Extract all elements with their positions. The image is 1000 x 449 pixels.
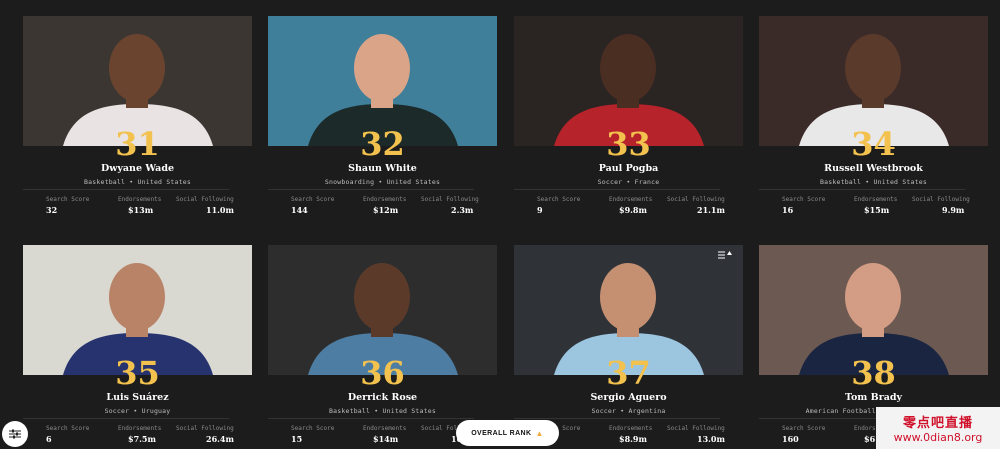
photo-head: [354, 34, 410, 102]
photo-head: [600, 263, 656, 331]
athlete-sport-country: Snowboarding • United States: [324, 178, 441, 186]
stat-label-search: Search Score: [46, 196, 90, 203]
stat-value-search: 6: [46, 434, 52, 444]
stat-label-endorsements: Endorsements: [609, 425, 653, 432]
athlete-rank: 35: [115, 354, 160, 392]
stat-value-endorsements: $14m: [373, 434, 399, 444]
watermark-url: www.0dian8.org: [893, 431, 983, 444]
athlete-name[interactable]: Luis Suárez: [23, 392, 252, 403]
stat-value-endorsements: $7.5m: [128, 434, 156, 444]
card-divider: [268, 189, 474, 190]
stat-label-social: Social Following: [176, 425, 234, 432]
athlete-sport-country: Basketball • United States: [329, 407, 436, 415]
athlete-rank: 34: [851, 125, 896, 163]
stat-label-search: Search Score: [291, 196, 335, 203]
card-divider: [23, 189, 229, 190]
athlete-sport-country: Basketball • United States: [84, 178, 191, 186]
stat-value-endorsements: $15m: [864, 205, 890, 215]
athlete-grid: 31 Dwyane Wade Basketball • United States S…: [0, 0, 1000, 449]
card-divider: [759, 189, 965, 190]
stat-value-endorsements: $13m: [128, 205, 154, 215]
athlete-card[interactable]: 35 Luis Suárez Soccer • Uruguay Search Scor…: [23, 245, 252, 445]
sliders-icon: [9, 429, 21, 439]
stat-label-endorsements: Endorsements: [854, 196, 898, 203]
card-divider: [514, 418, 720, 419]
filter-button[interactable]: [2, 421, 28, 447]
stat-label-endorsements: Endorsements: [363, 425, 407, 432]
photo-head: [600, 34, 656, 102]
stat-label-endorsements: Endorsements: [363, 196, 407, 203]
stat-label-endorsements: Endorsements: [118, 196, 162, 203]
overall-rank-label: OVERALL RANK: [471, 429, 532, 437]
card-divider: [23, 418, 229, 419]
stat-label-search: Search Score: [782, 196, 826, 203]
stat-value-endorsements: $12m: [373, 205, 399, 215]
stat-value-search: 160: [782, 434, 799, 444]
stat-value-social: 11.0m: [206, 205, 234, 215]
athlete-card[interactable]: 31 Dwyane Wade Basketball • United States S…: [23, 16, 252, 216]
stat-label-social: Social Following: [912, 196, 970, 203]
stat-value-search: 16: [782, 205, 794, 215]
card-divider: [514, 189, 720, 190]
stat-label-endorsements: Endorsements: [609, 196, 653, 203]
athlete-name[interactable]: Shaun White: [268, 163, 497, 174]
stat-value-social: 9.9m: [942, 205, 965, 215]
athlete-rank: 37: [606, 354, 651, 392]
athlete-rank: 36: [360, 354, 405, 392]
stat-label-social: Social Following: [421, 196, 479, 203]
athlete-card[interactable]: 36 Derrick Rose Basketball • United States…: [268, 245, 497, 445]
stat-value-social: 13.0m: [697, 434, 725, 444]
athlete-name[interactable]: Paul Pogba: [514, 163, 743, 174]
photo-head: [845, 34, 901, 102]
stat-label-endorsements: Endorsements: [118, 425, 162, 432]
sort-arrow-icon: ▲: [535, 428, 544, 438]
stat-value-endorsements: $9.8m: [619, 205, 647, 215]
athlete-sport-country: Soccer • Uruguay: [104, 407, 171, 415]
photo-head: [845, 263, 901, 331]
stat-label-social: Social Following: [667, 196, 725, 203]
athlete-rank: 32: [360, 125, 405, 163]
stat-value-endorsements: $6: [864, 434, 876, 444]
stat-label-search: Search Score: [537, 196, 581, 203]
stat-value-endorsements: $8.9m: [619, 434, 647, 444]
athlete-name[interactable]: Sergio Aguero: [514, 392, 743, 403]
watermark: 零点吧直播 www.0dian8.org: [876, 407, 1000, 449]
stat-value-search: 32: [46, 205, 58, 215]
sort-icon[interactable]: [718, 250, 736, 262]
stat-value-search: 15: [291, 434, 303, 444]
athlete-name[interactable]: Derrick Rose: [268, 392, 497, 403]
athlete-card[interactable]: 34 Russell Westbrook Basketball • United S…: [759, 16, 988, 216]
athlete-card[interactable]: 37 Sergio Aguero Soccer • Argentina Search …: [514, 245, 743, 445]
stat-label-social: Social Following: [176, 196, 234, 203]
athlete-sport-country: Soccer • Argentina: [591, 407, 666, 415]
athlete-card[interactable]: 32 Shaun White Snowboarding • United State…: [268, 16, 497, 216]
athlete-sport-country: Basketball • United States: [820, 178, 927, 186]
photo-head: [109, 263, 165, 331]
athlete-name[interactable]: Dwyane Wade: [23, 163, 252, 174]
athlete-name[interactable]: Tom Brady: [759, 392, 988, 403]
athlete-sport-country: Soccer • France: [597, 178, 660, 186]
stat-label-search: Search Score: [46, 425, 90, 432]
athlete-rank: 31: [115, 125, 160, 163]
stat-value-social: 2.3m: [451, 205, 474, 215]
athlete-rank: 38: [851, 354, 896, 392]
athlete-card[interactable]: 33 Paul Pogba Soccer • France Search Score 9…: [514, 16, 743, 216]
watermark-title: 零点吧直播: [902, 416, 973, 431]
stat-label-search: Search Score: [782, 425, 826, 432]
stat-value-search: 9: [537, 205, 543, 215]
photo-head: [354, 263, 410, 331]
stat-label-search: Search Score: [291, 425, 335, 432]
card-divider: [268, 418, 474, 419]
photo-head: [109, 34, 165, 102]
athlete-name[interactable]: Russell Westbrook: [759, 163, 988, 174]
stat-value-social: 21.1m: [697, 205, 725, 215]
overall-rank-button[interactable]: OVERALL RANK ▲: [456, 420, 559, 446]
athlete-rank: 33: [606, 125, 651, 163]
stat-value-social: 26.4m: [206, 434, 234, 444]
stat-label-social: Social Following: [667, 425, 725, 432]
stat-value-search: 144: [291, 205, 308, 215]
